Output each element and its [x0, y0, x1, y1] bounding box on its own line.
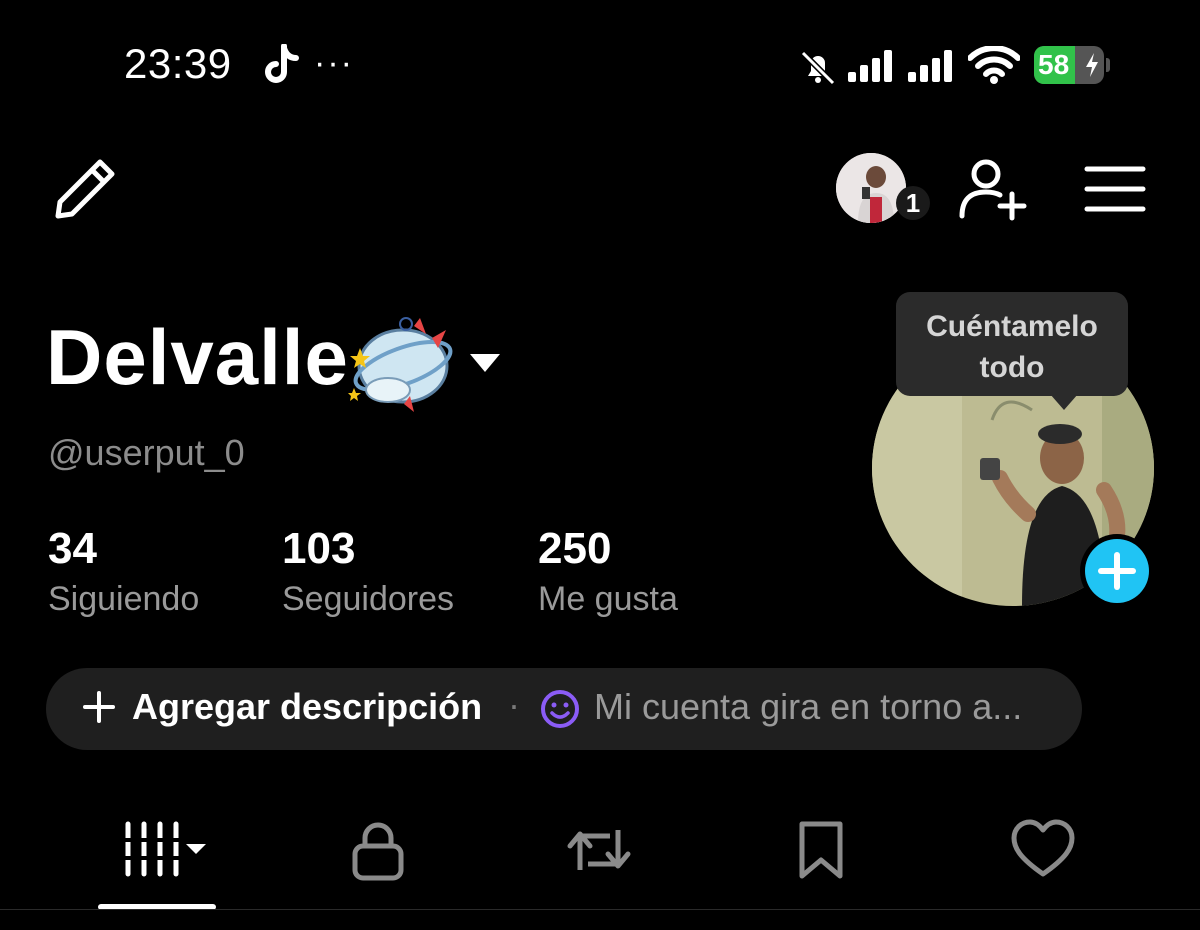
tab-private[interactable]: [350, 818, 406, 882]
switch-account-avatar[interactable]: [836, 153, 906, 223]
battery-tip: [1106, 58, 1110, 72]
plus-icon: [83, 691, 115, 723]
tab-videos[interactable]: [122, 818, 212, 882]
tab-favorites[interactable]: [796, 818, 846, 882]
charging-bolt-icon: [1086, 53, 1098, 77]
add-user-icon[interactable]: [958, 156, 1028, 222]
notification-badge: 1: [896, 186, 930, 220]
status-time: 23:39: [124, 40, 232, 87]
repost-icon: [567, 830, 631, 870]
grid-icon: [122, 821, 206, 877]
display-name[interactable]: Delvalle: [46, 318, 349, 396]
battery-level: 58: [1038, 49, 1070, 80]
avatar-photo: [836, 153, 906, 223]
avatar-tooltip[interactable]: Cuéntamelo todo: [896, 292, 1128, 396]
tooltip-text: Cuéntamelo todo: [926, 310, 1098, 384]
smiley-icon: [541, 690, 579, 728]
signal-icon: [908, 50, 952, 82]
bio-separator: ·: [508, 684, 520, 725]
likes-count[interactable]: 250: [538, 524, 611, 574]
tab-liked[interactable]: [1010, 818, 1076, 882]
bell-muted-icon: [800, 50, 836, 86]
tab-bar-divider: [0, 909, 1200, 910]
add-description-label[interactable]: Agregar descripción: [132, 686, 482, 728]
tooltip-tail: [1050, 394, 1078, 410]
tab-reposts[interactable]: [566, 818, 632, 882]
status-overflow: ···: [314, 44, 354, 82]
bookmark-icon: [799, 821, 843, 879]
following-count[interactable]: 34: [48, 524, 97, 574]
pencil-icon[interactable]: [52, 156, 118, 222]
wifi-icon: [968, 46, 1020, 84]
add-story-button[interactable]: [1080, 534, 1154, 608]
battery-charging-icon: 58: [1034, 46, 1110, 84]
username: @userput_0: [48, 432, 245, 473]
plus-icon: [1098, 552, 1136, 590]
bio-hint[interactable]: Mi cuenta gira en torno a...: [594, 686, 1022, 728]
likes-label[interactable]: Me gusta: [538, 580, 678, 619]
explosion-sticker-icon: [348, 317, 453, 412]
followers-count[interactable]: 103: [282, 524, 355, 574]
tiktok-icon: [265, 44, 299, 83]
lock-icon: [352, 822, 404, 881]
heart-icon: [1011, 819, 1075, 877]
followers-label[interactable]: Seguidores: [282, 580, 454, 619]
account-switch-caret-icon[interactable]: [468, 350, 502, 376]
signal-icon: [848, 50, 892, 82]
following-label[interactable]: Siguiendo: [48, 580, 199, 619]
hamburger-menu-icon[interactable]: [1084, 164, 1146, 214]
